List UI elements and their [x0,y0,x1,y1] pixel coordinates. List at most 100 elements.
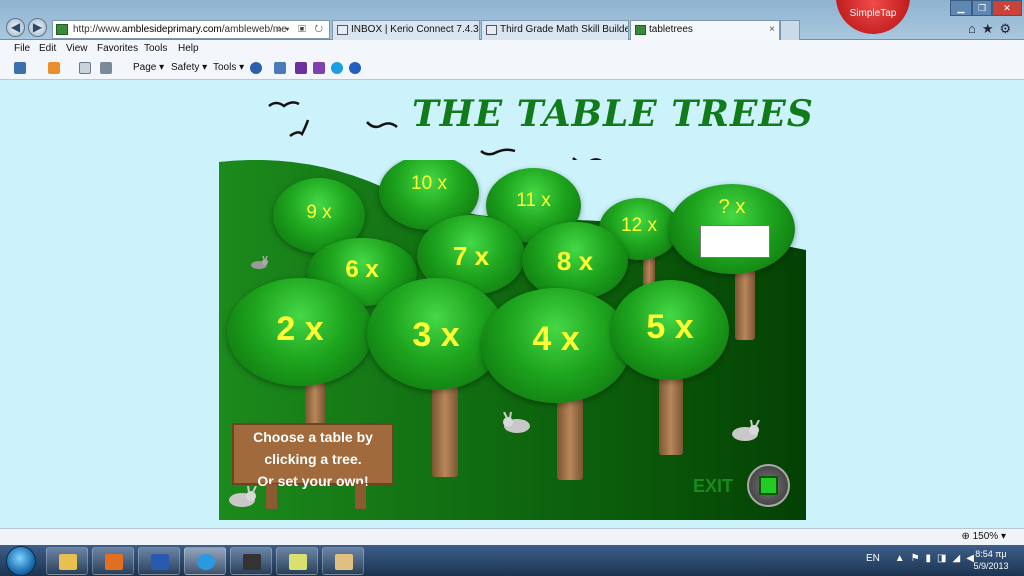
start-button[interactable] [6,546,36,576]
sign-line-1: Choose a table by [253,429,373,445]
command-bar: Page ▾ Safety ▾ Tools ▾ [0,58,1024,80]
custom-table-input[interactable] [700,225,770,258]
tree-label: 8 x [556,246,594,276]
sign-post [355,484,366,509]
tab-label: tabletrees [649,24,693,35]
favorites-star-icon[interactable]: ★ [982,21,1000,36]
settings-gear-icon[interactable]: ⚙ [1000,21,1018,36]
zoom-level[interactable]: ⊕ 150% ▾ [961,531,1006,542]
browser-titlebar: ◀ ▶ http://www.amblesideprimary.com/ambl… [0,0,1024,40]
sign-post [266,484,277,509]
instruction-sign: Choose a table by clicking a tree. Or se… [232,423,394,489]
help-icon[interactable] [250,62,262,74]
feeds-icon[interactable] [48,62,60,74]
read-mail-icon[interactable] [79,62,91,74]
moviemaker-taskbar-button[interactable] [230,547,272,575]
menu-bar: File Edit View Favorites Tools Help [0,40,1024,58]
research-icon[interactable] [274,62,286,74]
new-tab-button[interactable] [780,20,800,40]
folder-icon [289,554,307,570]
tab-icon [635,25,646,35]
home-icon[interactable]: ⌂ [968,21,982,36]
bluetooth-icon[interactable] [349,62,361,74]
windows-taskbar: EN ▲⚑▮◨◢◀ 8:54 πμ 5/9/2013 [0,545,1024,576]
onenote-icon[interactable] [295,62,307,74]
tree-label: 2 x [276,310,324,348]
exit-square-icon [759,476,778,495]
menu-edit[interactable]: Edit [39,43,56,54]
menu-file[interactable]: File [14,43,30,54]
ie-taskbar-button[interactable] [184,547,226,575]
tab-label: Third Grade Math Skill Builders... [500,24,628,35]
forward-button[interactable]: ▶ [28,18,47,37]
documents-icon [335,554,353,570]
tab-icon [337,25,348,35]
minimize-icon[interactable]: ▁ [950,0,972,16]
rabbit-icon [503,412,530,433]
tree-label: 7 x [452,241,490,271]
tree-trunk [432,385,458,477]
word-icon [151,554,169,570]
print-icon[interactable] [100,62,112,74]
rabbit-icon [732,420,760,441]
home-page-icon[interactable] [14,62,26,74]
bird-icon [268,101,300,108]
simpletap-badge[interactable]: SimpleTap [836,0,910,34]
tree-label: 5 x [646,308,694,346]
bird-icon [289,119,310,138]
onenote-linked-icon[interactable] [313,62,325,74]
skype-icon[interactable] [331,62,343,74]
folder-taskbar-button[interactable] [276,547,318,575]
tree-label: 4 x [532,320,580,358]
tab-kerio[interactable]: INBOX | Kerio Connect 7.4.3 W... [332,20,480,40]
clock[interactable]: 8:54 πμ 5/9/2013 [965,548,1017,572]
system-tray: EN ▲⚑▮◨◢◀ [866,553,980,564]
restore-icon[interactable]: ❐ [972,0,992,16]
sign-line-2: clicking a tree. [264,451,362,467]
tab-icon [486,25,497,35]
folder-icon [59,554,77,570]
menu-tools[interactable]: Tools [144,43,167,54]
tree-label: ? x [718,196,746,218]
outlook-taskbar-button[interactable] [92,547,134,575]
menu-help[interactable]: Help [178,43,199,54]
close-window-icon[interactable]: ✕ [992,0,1022,16]
tab-third-grade[interactable]: Third Grade Math Skill Builders... [481,20,629,40]
clapper-icon [243,554,261,570]
menu-favorites[interactable]: Favorites [97,43,138,54]
tree-trunk [557,395,583,480]
tree-4-times[interactable]: 4 x [481,288,631,403]
clock-date: 5/9/2013 [973,561,1009,571]
files-taskbar-button[interactable] [322,547,364,575]
site-favicon [56,24,68,35]
word-taskbar-button[interactable] [138,547,180,575]
address-bar[interactable]: http://www.amblesideprimary.com/ambleweb… [52,20,330,39]
sign-line-3: Or set your own! [257,473,369,489]
address-domain: amblesideprimary.com [121,24,222,35]
outlook-icon [105,554,123,570]
tree-trunk [735,265,755,340]
tree-label: 9 x [306,202,332,223]
tab-label: INBOX | Kerio Connect 7.4.3 W... [351,24,479,35]
zoom-dropdown-icon: ▾ [1000,531,1006,542]
exit-label: EXIT [693,476,734,496]
tree-5-times[interactable]: 5 x [611,280,729,380]
address-prefix: http://www. [73,24,122,35]
tab-tabletrees[interactable]: tabletrees × [630,20,780,40]
exit-button[interactable] [747,464,790,507]
ie-icon [197,554,215,570]
zoom-value: 150% [972,531,999,542]
safety-menu[interactable]: Safety ▾ [171,62,207,73]
tree-trunk [659,370,683,455]
menu-view[interactable]: View [66,43,88,54]
clock-time: 8:54 πμ [975,549,1007,559]
tools-menu[interactable]: Tools ▾ [213,62,244,73]
language-indicator[interactable]: EN [866,553,880,564]
tree-2-times[interactable]: 2 x [227,278,373,386]
explorer-taskbar-button[interactable] [46,547,88,575]
page-menu[interactable]: Page ▾ [133,62,164,73]
close-tab-icon[interactable]: × [769,21,775,39]
back-button[interactable]: ◀ [6,18,25,37]
address-actions[interactable]: ⌕▾ ▣ ↻ [277,21,326,38]
tree-label: 11 x [516,190,551,211]
